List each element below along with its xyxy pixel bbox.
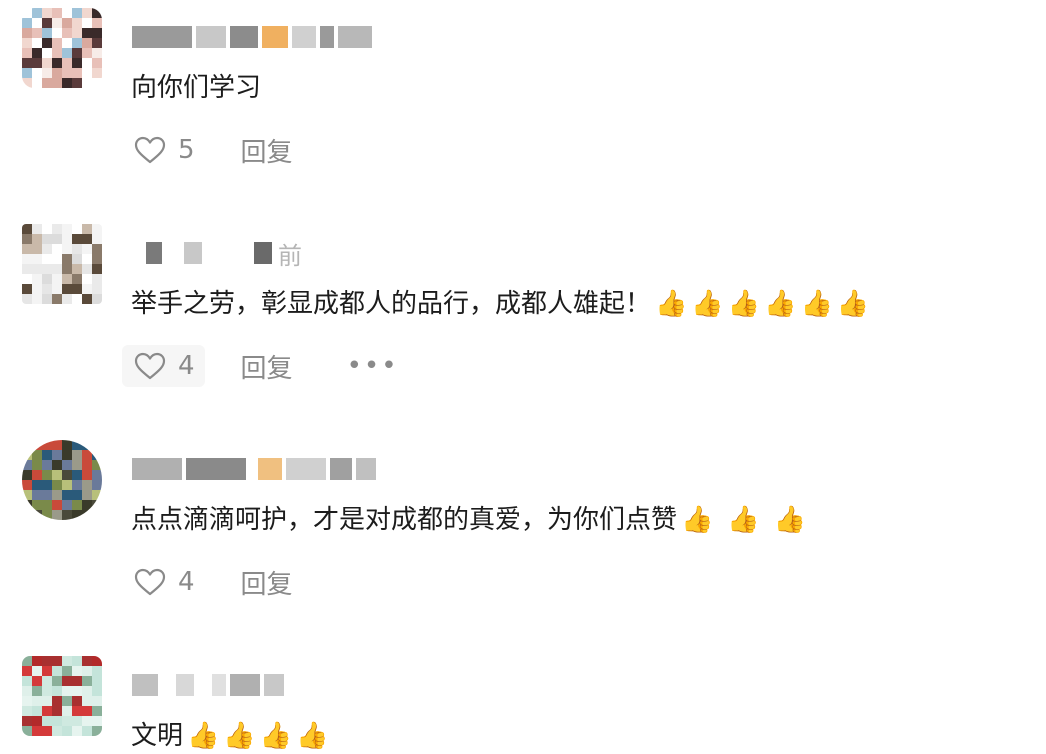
username-blurred[interactable] (132, 22, 372, 52)
comment-text: 文明 👍 👍 👍 👍 (131, 718, 329, 754)
thumbs-up-emoji: 👍 (259, 721, 293, 751)
avatar[interactable] (22, 656, 102, 736)
like-count: 4 (178, 567, 195, 597)
heart-outline-icon (134, 136, 166, 164)
comment-text-content: 文明 (131, 721, 184, 751)
thumbs-up-emoji: 👍 (223, 721, 256, 751)
comment-text: 举手之劳，彰显成都人的品行，成都人雄起！ 👍 👍 👍 👍 👍 👍 (131, 286, 869, 322)
thumbs-up-emoji: 👍 (691, 289, 724, 319)
emoji-group: 👍 👍 👍 (681, 507, 806, 533)
avatar[interactable] (22, 8, 102, 88)
comment-text-content: 点点滴滴呵护，才是对成都的真爱，为你们点赞 (131, 505, 678, 535)
comment-actions: 4 回复 (122, 558, 293, 606)
reply-button[interactable]: 回复 (241, 348, 293, 385)
thumbs-up-emoji: 👍 (800, 289, 833, 319)
avatar[interactable] (22, 224, 102, 304)
heart-outline-icon (134, 352, 166, 380)
emoji-group: 👍 👍 👍 👍 👍 👍 (655, 291, 869, 317)
like-button[interactable]: 4 (122, 345, 205, 387)
thumbs-up-emoji: 👍 (773, 505, 807, 535)
thumbs-up-emoji: 👍 (681, 505, 714, 535)
comment-text: 向你们学习 (131, 70, 261, 106)
thumbs-up-emoji: 👍 (655, 289, 688, 319)
like-count: 5 (178, 135, 195, 165)
comment-text: 点点滴滴呵护，才是对成都的真爱，为你们点赞 👍 👍 👍 (131, 502, 806, 538)
thumbs-up-emoji: 👍 (764, 289, 797, 319)
emoji-group: 👍 👍 👍 👍 (187, 723, 329, 749)
thumbs-up-emoji: 👍 (836, 289, 870, 319)
reply-button[interactable]: 回复 (241, 132, 293, 169)
timestamp-suffix: 前 (278, 241, 302, 270)
more-dots-icon[interactable]: ••• (347, 351, 399, 381)
like-button[interactable]: 4 (122, 561, 205, 603)
comment-actions: 4 回复 ••• (122, 342, 399, 390)
thumbs-up-emoji: 👍 (727, 289, 761, 319)
thumbs-up-emoji: 👍 (187, 721, 220, 751)
like-count: 4 (178, 351, 195, 381)
thumbs-up-emoji: 👍 (296, 721, 329, 751)
comment-actions: 5 回复 (122, 126, 293, 174)
thumbs-up-emoji: 👍 (727, 505, 760, 535)
heart-outline-icon (134, 568, 166, 596)
username-blurred[interactable]: 前 (132, 238, 302, 270)
like-button[interactable]: 5 (122, 129, 205, 171)
username-blurred[interactable] (132, 454, 376, 484)
comment-text-content: 向你们学习 (131, 73, 262, 103)
avatar[interactable] (22, 440, 102, 520)
comment-text-content: 举手之劳，彰显成都人的品行，成都人雄起！ (131, 289, 652, 319)
reply-button[interactable]: 回复 (241, 564, 293, 601)
username-blurred[interactable] (132, 670, 284, 700)
